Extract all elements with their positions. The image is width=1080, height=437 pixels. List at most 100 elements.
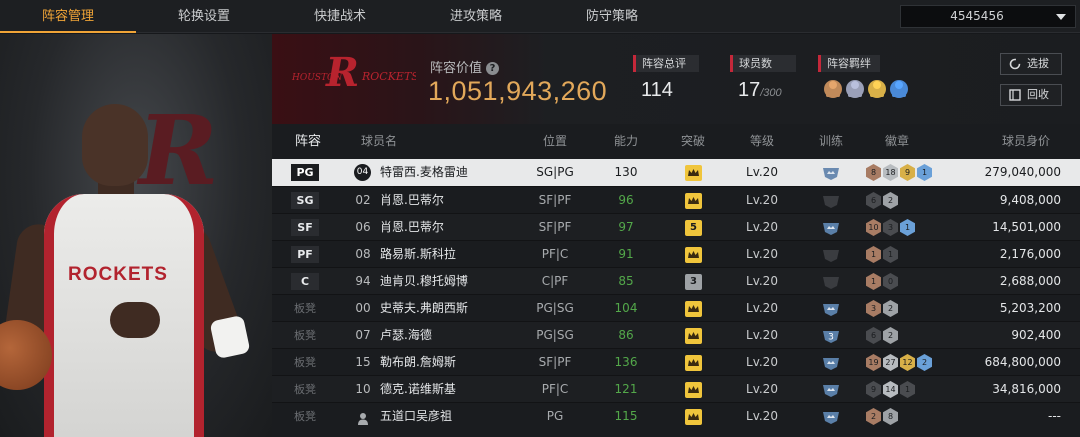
player-position: PF|C [541, 382, 569, 396]
jersey-number: 00 [355, 301, 371, 315]
tab-defense-strategy[interactable]: 防守策略 [544, 0, 680, 33]
tab-rotation-settings[interactable]: 轮换设置 [136, 0, 272, 33]
jersey-number: 07 [355, 328, 371, 342]
training-icon[interactable] [821, 165, 841, 181]
table-row[interactable]: PG 04 特雷西.麦格雷迪 SG|PG 130 Lv.20 8 18 9 1 279,040,00… [272, 159, 1080, 186]
table-row[interactable]: C 94 迪肯贝.穆托姆博 C|PF 85 3 Lv.20 1 0 2,688,000 [272, 267, 1080, 294]
player-head [82, 104, 148, 186]
badge-icon: 9 [866, 381, 881, 398]
training-empty-icon[interactable] [821, 193, 841, 209]
training-icon[interactable] [821, 355, 841, 371]
badge-icon: 1 [900, 219, 915, 236]
player-ability: 104 [614, 301, 638, 315]
table-row[interactable]: PF 08 路易斯.斯科拉 PF|C 91 Lv.20 1 1 2,176,000 [272, 240, 1080, 267]
badge-list: 10 3 1 [866, 219, 917, 236]
player-value: --- [1048, 409, 1061, 423]
total-rating-value: 114 [641, 79, 673, 101]
player-position: SF|PF [538, 193, 572, 207]
player-name[interactable]: 特雷西.麦格雷迪 [380, 159, 468, 186]
lineup-slot: 板凳 [294, 329, 316, 342]
bond-icons [824, 80, 912, 102]
badge-list: 62 [866, 327, 900, 344]
player-value: 5,203,200 [999, 301, 1061, 315]
crown-icon [685, 193, 702, 209]
select-button[interactable]: 选拔 [1000, 53, 1062, 75]
player-name[interactable]: 迪肯贝.穆托姆博 [380, 268, 468, 295]
bond-icon[interactable] [824, 80, 842, 98]
top-nav: 阵容管理 轮换设置 快捷战术 进攻策略 防守策略 4545456 [0, 0, 1080, 33]
bond-icon[interactable] [868, 80, 886, 98]
table-row[interactable]: 板凳 15 勒布朗.詹姆斯 SF|PF 136 Lv.20 19 27 12 2 684,800,0… [272, 348, 1080, 375]
crown-icon [685, 165, 702, 181]
player-level: Lv.20 [746, 355, 778, 369]
recycle-button[interactable]: 回收 [1000, 84, 1062, 106]
col-training: 训练 [818, 134, 843, 148]
training-icon[interactable] [821, 409, 841, 425]
player-name[interactable]: 勒布朗.詹姆斯 [380, 349, 456, 376]
player-name[interactable]: 五道口吴彦祖 [380, 403, 452, 430]
player-ability: 91 [618, 247, 634, 261]
col-badges: 徽章 [884, 134, 909, 148]
training-icon[interactable]: 3 [821, 328, 841, 344]
lineup-slot: 板凳 [294, 383, 316, 396]
player-level: Lv.20 [746, 382, 778, 396]
training-icon[interactable] [821, 220, 841, 236]
player-name[interactable]: 史蒂夫.弗朗西斯 [380, 295, 468, 322]
player-ability: 121 [614, 382, 638, 396]
player-level: Lv.20 [746, 301, 778, 315]
roster-table: 阵容 球员名 位置 能力 突破 等级 训练 徽章 球员身价 PG 04 特雷西.麦格… [272, 124, 1080, 437]
tab-quick-tactics[interactable]: 快捷战术 [272, 0, 408, 33]
training-empty-icon[interactable] [821, 247, 841, 263]
player-position: SF|PF [538, 355, 572, 369]
team-logo: HOUSTON R ROCKETS [290, 48, 419, 98]
player-name[interactable]: 卢瑟.海德 [380, 322, 432, 349]
help-icon[interactable]: ? [486, 62, 500, 75]
crown-icon [685, 355, 702, 371]
jersey-number: 15 [355, 355, 371, 369]
player-name[interactable]: 德克.诺维斯基 [380, 376, 456, 403]
tab-lineup-management[interactable]: 阵容管理 [0, 0, 136, 33]
total-rating: 阵容总评 114 [633, 55, 699, 102]
bond-icon[interactable] [890, 80, 908, 98]
player-position: PG|SG [536, 328, 574, 342]
player-position: PF|C [541, 247, 569, 261]
col-breakthrough: 突破 [680, 134, 705, 148]
crown-icon [685, 247, 702, 263]
account-id: 4545456 [950, 9, 1004, 23]
table-row[interactable]: 板凳 五道口吴彦祖 PG 115 Lv.20 2 8 --- [272, 402, 1080, 429]
training-icon[interactable] [821, 382, 841, 398]
lineup-bonds: 阵容羁绊 [818, 55, 880, 72]
badge-icon: 14 [883, 381, 898, 398]
player-name[interactable]: 肖恩.巴蒂尔 [380, 214, 444, 241]
account-dropdown[interactable]: 4545456 [900, 5, 1076, 28]
player-count: 球员数 17/300 [730, 55, 796, 102]
player-ability: 86 [618, 328, 634, 342]
training-icon[interactable] [821, 301, 841, 317]
player-position: SF|PF [538, 220, 572, 234]
team-value-label: 阵容价值? [430, 57, 500, 76]
badge-icon: 2 [883, 300, 898, 317]
training-empty-icon[interactable] [821, 274, 841, 290]
table-row[interactable]: 板凳 00 史蒂夫.弗朗西斯 PG|SG 104 Lv.20 3 2 5,203,200 [272, 294, 1080, 321]
table-row[interactable]: 板凳 07 卢瑟.海德 PG|SG 86 Lv.20 3 6 2 902,400 [272, 321, 1080, 348]
player-value: 279,040,000 [984, 165, 1061, 179]
badge-icon: 18 [883, 164, 898, 181]
badge-icon: 6 [866, 192, 881, 209]
svg-text:R: R [322, 48, 364, 96]
table-row[interactable]: SF 06 肖恩.巴蒂尔 SF|PF 97 5 Lv.20 10 3 1 14,501,000 [272, 213, 1080, 240]
player-level: Lv.20 [746, 409, 778, 423]
table-row[interactable]: 板凳 10 德克.诺维斯基 PF|C 121 Lv.20 9 14 1 34,816,000 [272, 375, 1080, 402]
player-name[interactable]: 肖恩.巴蒂尔 [380, 187, 444, 214]
table-row[interactable]: SG 02 肖恩.巴蒂尔 SF|PF 96 Lv.20 6 2 9,408,000 [272, 186, 1080, 213]
lineup-slot: PG [291, 164, 319, 181]
team-value: 1,051,943,260 [428, 76, 608, 106]
player-name[interactable]: 路易斯.斯科拉 [380, 241, 456, 268]
player-ability: 96 [618, 193, 634, 207]
featured-player-art: R ROCKETS [0, 34, 272, 437]
player-ability: 130 [614, 165, 638, 179]
tab-offense-strategy[interactable]: 进攻策略 [408, 0, 544, 33]
svg-text:ROCKETS: ROCKETS [361, 70, 416, 83]
player-ability: 85 [618, 274, 634, 288]
bond-icon[interactable] [846, 80, 864, 98]
refresh-icon [1009, 58, 1021, 70]
